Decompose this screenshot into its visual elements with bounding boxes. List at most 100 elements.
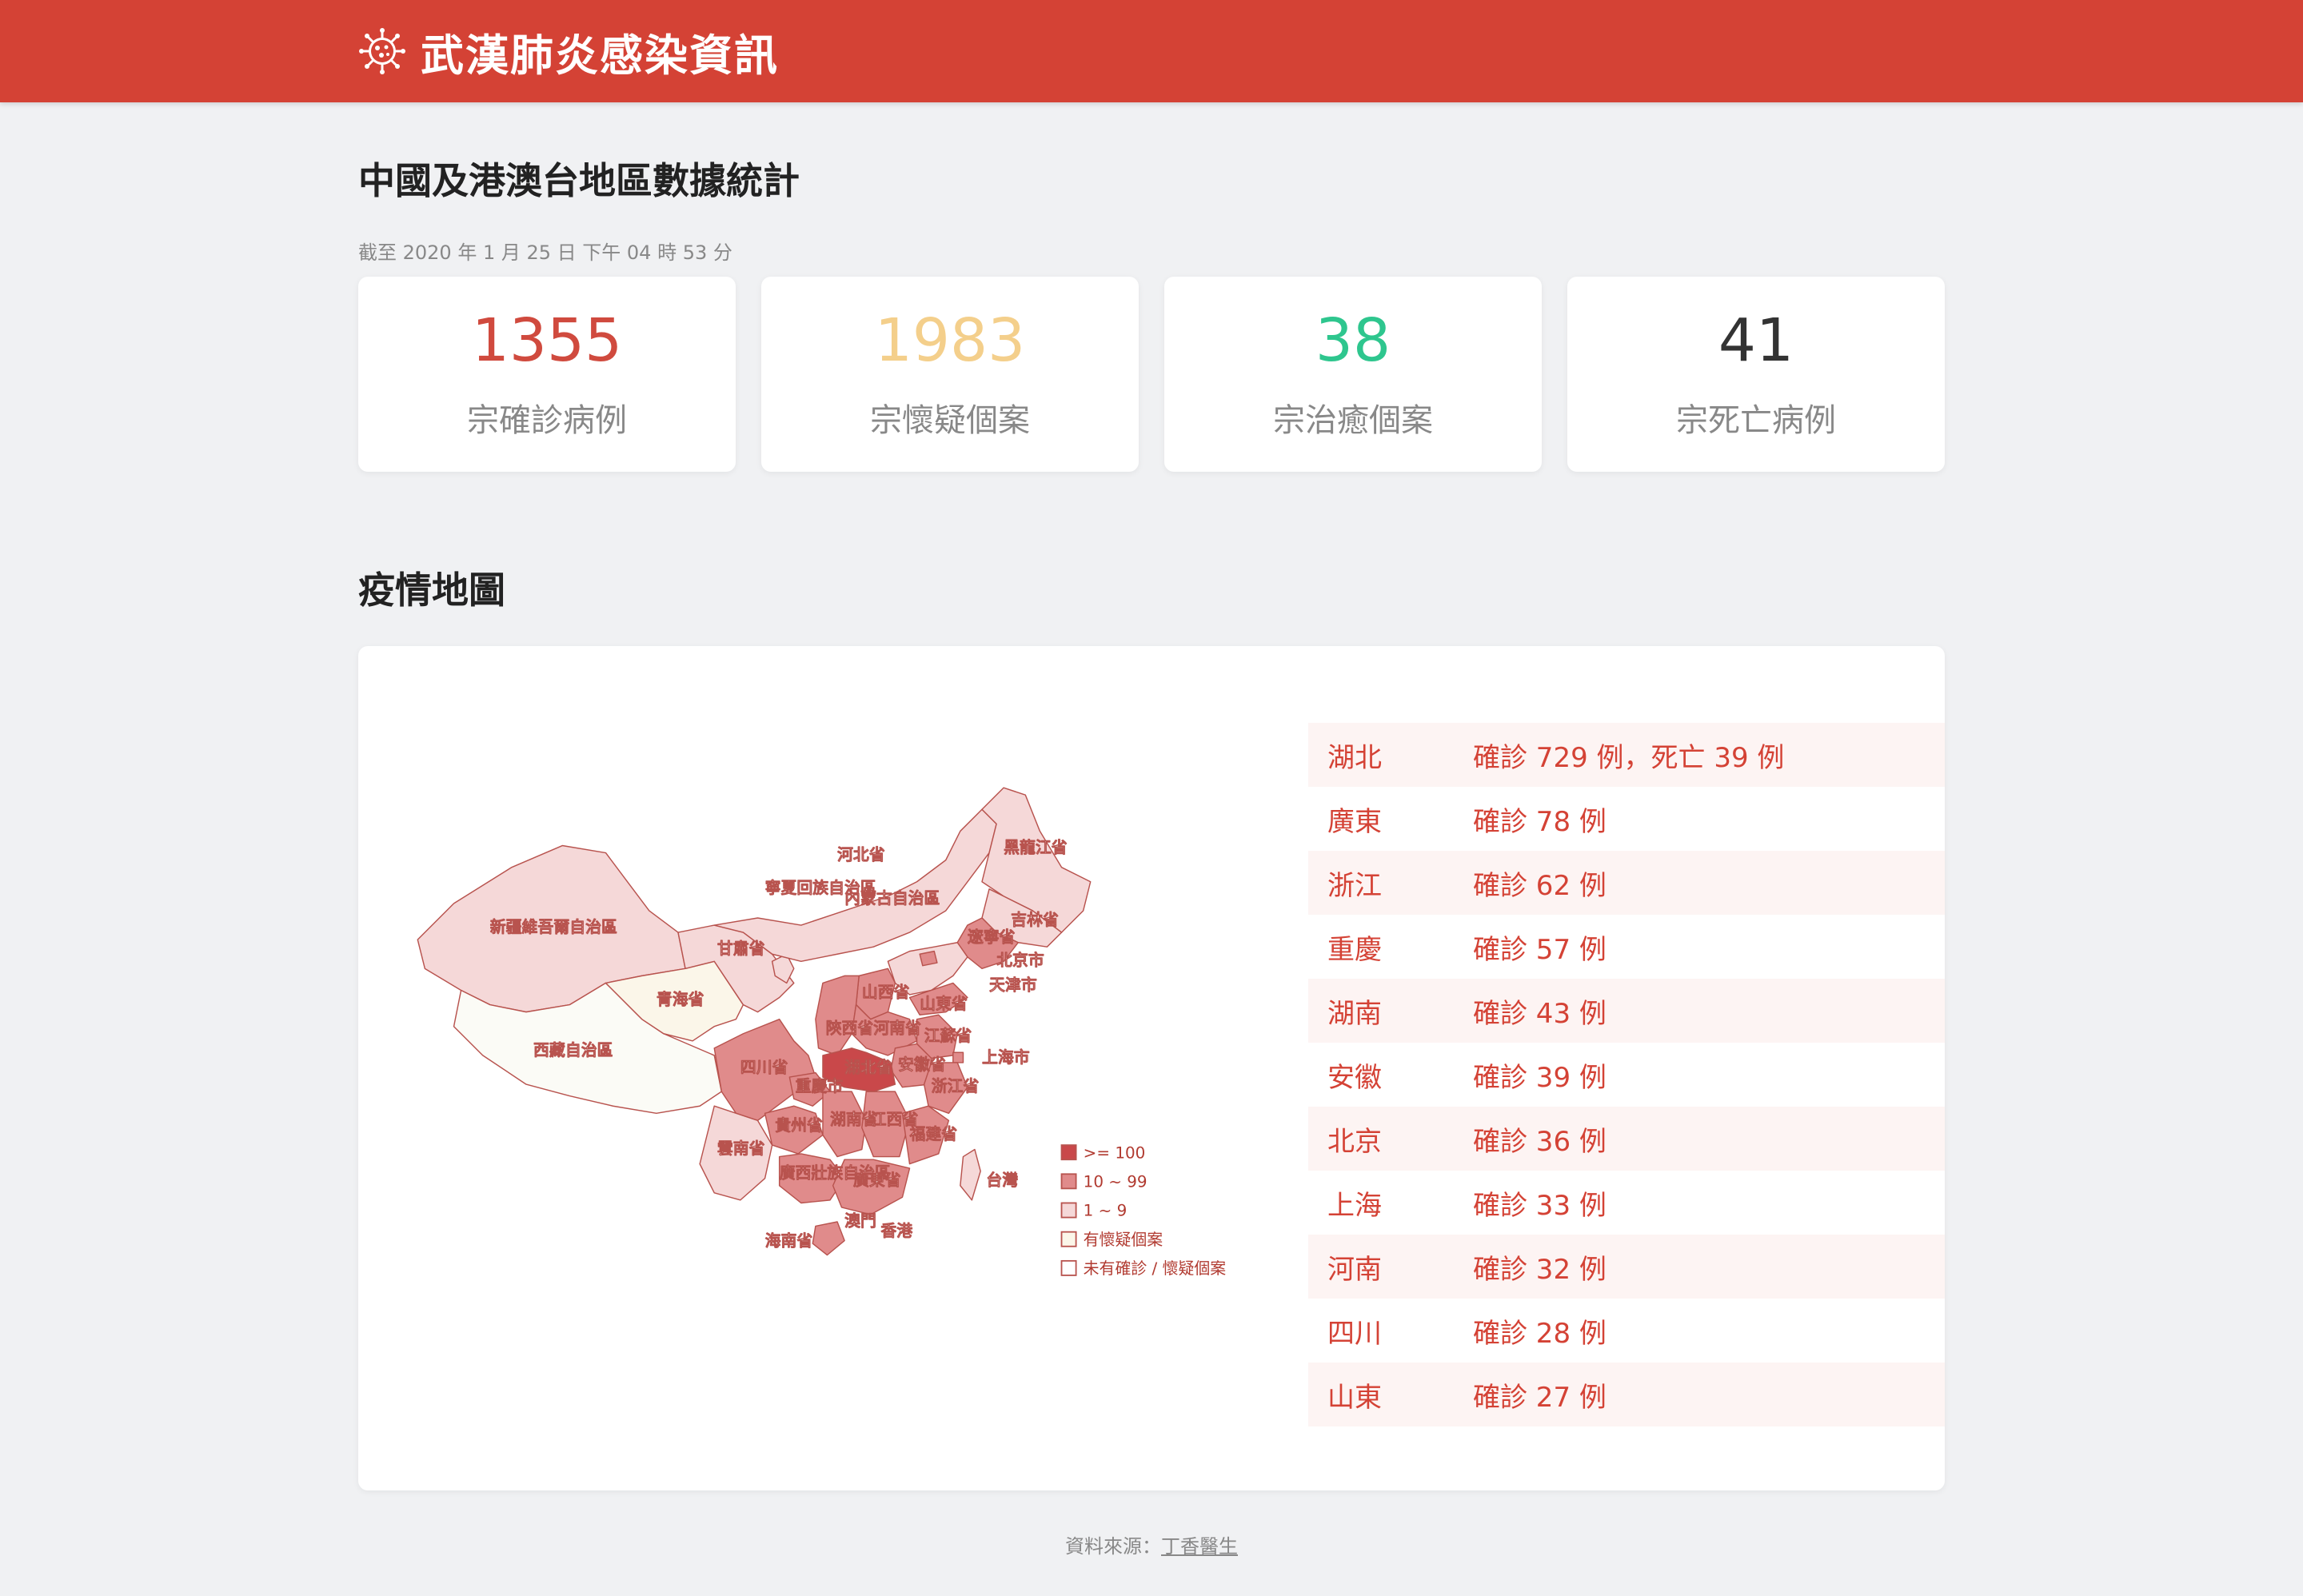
recovered-card: 38 宗治癒個案 xyxy=(1164,277,1542,472)
source-link[interactable]: 丁香醫生 xyxy=(1161,1535,1238,1558)
province-value: 確診 43 例 xyxy=(1473,997,1607,1030)
label-chongqing: 重慶市 xyxy=(796,1077,844,1095)
label-jilin: 吉林省 xyxy=(1011,911,1059,929)
region-hainan[interactable] xyxy=(812,1221,845,1256)
list-item[interactable]: 山東 確診 27 例 xyxy=(1308,1363,1945,1426)
map-section-title: 疫情地圖 xyxy=(358,569,505,612)
legend-label-1: 1 ~ 9 xyxy=(1084,1202,1128,1220)
list-item[interactable]: 安徽 確診 39 例 xyxy=(1308,1043,1945,1107)
province-list: 湖北 確診 729 例，死亡 39 例 廣東 確診 78 例 浙江 確診 62 例 重… xyxy=(1308,723,1945,1426)
list-item[interactable]: 重慶 確診 57 例 xyxy=(1308,915,1945,979)
label-hebei: 河北省 xyxy=(837,846,885,864)
site-title: 武漢肺炎感染資訊 xyxy=(421,29,779,81)
province-value: 確診 62 例 xyxy=(1473,869,1607,902)
confirmed-label: 宗確診病例 xyxy=(467,402,627,439)
label-qinghai: 青海省 xyxy=(657,991,704,1009)
virus-icon xyxy=(359,28,405,74)
legend-swatch-none xyxy=(1060,1259,1077,1276)
province-value: 確診 39 例 xyxy=(1473,1061,1607,1094)
province-value: 確診 27 例 xyxy=(1473,1381,1607,1414)
label-henan: 河南省 xyxy=(873,1019,921,1038)
province-name: 北京 xyxy=(1327,1125,1382,1158)
list-item[interactable]: 北京 確診 36 例 xyxy=(1308,1107,1945,1171)
suspected-card: 1983 宗懷疑個案 xyxy=(761,277,1139,472)
province-value: 確診 78 例 xyxy=(1473,805,1607,838)
label-taiwan: 台灣 xyxy=(986,1171,1018,1190)
list-item[interactable]: 河南 確診 32 例 xyxy=(1308,1235,1945,1299)
list-item[interactable]: 浙江 確診 62 例 xyxy=(1308,851,1945,915)
label-jiangsu: 江蘇省 xyxy=(924,1027,972,1045)
map-legend: >= 100 10 ~ 99 1 ~ 9 有懷疑個案 未有確診 / 懷疑個案 xyxy=(1060,1143,1227,1278)
confirmed-card: 1355 宗確診病例 xyxy=(358,277,736,472)
list-item[interactable]: 上海 確診 33 例 xyxy=(1308,1171,1945,1235)
label-tianjin: 天津市 xyxy=(989,976,1037,994)
label-liaoning: 遼寧省 xyxy=(968,928,1016,947)
confirmed-count: 1355 xyxy=(471,306,623,375)
region-shaanxi[interactable] xyxy=(815,975,860,1056)
label-hubei: 湖北省 xyxy=(844,1059,892,1077)
legend-swatch-10 xyxy=(1060,1173,1077,1190)
region-shanghai[interactable] xyxy=(952,1051,964,1063)
province-name: 四川 xyxy=(1327,1317,1382,1350)
label-neimenggu: 內蒙古自治區 xyxy=(844,889,940,908)
province-value: 確診 57 例 xyxy=(1473,933,1607,966)
province-name: 重慶 xyxy=(1327,933,1382,966)
label-anhui: 安徽省 xyxy=(898,1055,946,1074)
province-name: 湖北 xyxy=(1327,741,1382,774)
label-guizhou: 貴州省 xyxy=(775,1116,823,1135)
map-card: 新疆維吾爾自治區 西藏自治區 青海省 甘肅省 寧夏回族自治區 內蒙古自治區 黑龍… xyxy=(358,646,1945,1490)
label-fujian: 福建省 xyxy=(910,1125,958,1143)
label-heilongjiang: 黑龍江省 xyxy=(1004,839,1068,857)
suspected-label: 宗懷疑個案 xyxy=(870,402,1030,439)
province-name: 山東 xyxy=(1327,1381,1382,1414)
region-beijing[interactable] xyxy=(919,950,938,967)
region-taiwan[interactable] xyxy=(960,1148,981,1201)
legend-label-100: >= 100 xyxy=(1084,1143,1146,1162)
source-prefix: 資料來源： xyxy=(1065,1535,1161,1558)
list-item[interactable]: 四川 確診 28 例 xyxy=(1308,1299,1945,1363)
province-name: 廣東 xyxy=(1327,805,1382,838)
province-name: 上海 xyxy=(1327,1189,1382,1222)
legend-label-none: 未有確診 / 懷疑個案 xyxy=(1084,1259,1227,1278)
label-xinjiang: 新疆維吾爾自治區 xyxy=(490,918,617,936)
label-yunnan: 雲南省 xyxy=(717,1139,765,1158)
footer: 資料來源：丁香醫生 xyxy=(0,1530,2303,1558)
label-beijing: 北京市 xyxy=(996,952,1044,970)
label-gansu: 甘肅省 xyxy=(717,940,765,958)
label-shanghai: 上海市 xyxy=(982,1048,1030,1067)
top-bar: 武漢肺炎感染資訊 xyxy=(0,0,2303,102)
list-item[interactable]: 湖北 確診 729 例，死亡 39 例 xyxy=(1308,723,1945,787)
china-map[interactable]: 新疆維吾爾自治區 西藏自治區 青海省 甘肅省 寧夏回族自治區 內蒙古自治區 黑龍… xyxy=(406,766,1254,1374)
label-hongkong: 香港 xyxy=(880,1222,912,1240)
label-shandong: 山東省 xyxy=(920,995,968,1013)
label-sichuan: 四川省 xyxy=(740,1059,788,1077)
legend-swatch-suspected xyxy=(1060,1231,1077,1247)
recovered-count: 38 xyxy=(1315,306,1391,375)
label-shaanxi: 陝西省 xyxy=(826,1019,874,1038)
label-xizang: 西藏自治區 xyxy=(533,1041,613,1059)
province-name: 安徽 xyxy=(1327,1061,1382,1094)
page-title: 中國及港澳台地區數據統計 xyxy=(358,159,800,202)
province-name: 河南 xyxy=(1327,1253,1382,1286)
label-shanxi: 山西省 xyxy=(862,984,910,1002)
legend-swatch-100 xyxy=(1060,1144,1077,1161)
list-item[interactable]: 廣東 確診 78 例 xyxy=(1308,787,1945,851)
suspected-count: 1983 xyxy=(874,306,1026,375)
death-card: 41 宗死亡病例 xyxy=(1567,277,1945,472)
death-count: 41 xyxy=(1718,306,1794,375)
province-value: 確診 32 例 xyxy=(1473,1253,1607,1286)
province-value: 確診 28 例 xyxy=(1473,1317,1607,1350)
brand[interactable]: 武漢肺炎感染資訊 xyxy=(358,22,779,81)
legend-label-suspected: 有懷疑個案 xyxy=(1084,1231,1163,1249)
legend-swatch-1 xyxy=(1060,1202,1077,1219)
province-name: 湖南 xyxy=(1327,997,1382,1030)
province-name: 浙江 xyxy=(1327,869,1382,902)
label-zhejiang: 浙江省 xyxy=(932,1077,980,1095)
province-value: 確診 33 例 xyxy=(1473,1189,1607,1222)
update-timestamp: 截至 2020 年 1 月 25 日 下午 04 時 53 分 xyxy=(358,241,732,264)
province-value: 確診 729 例，死亡 39 例 xyxy=(1473,741,1785,774)
death-label: 宗死亡病例 xyxy=(1676,402,1836,439)
province-value: 確診 36 例 xyxy=(1473,1125,1607,1158)
list-item[interactable]: 湖南 確診 43 例 xyxy=(1308,979,1945,1043)
recovered-label: 宗治癒個案 xyxy=(1273,402,1433,439)
